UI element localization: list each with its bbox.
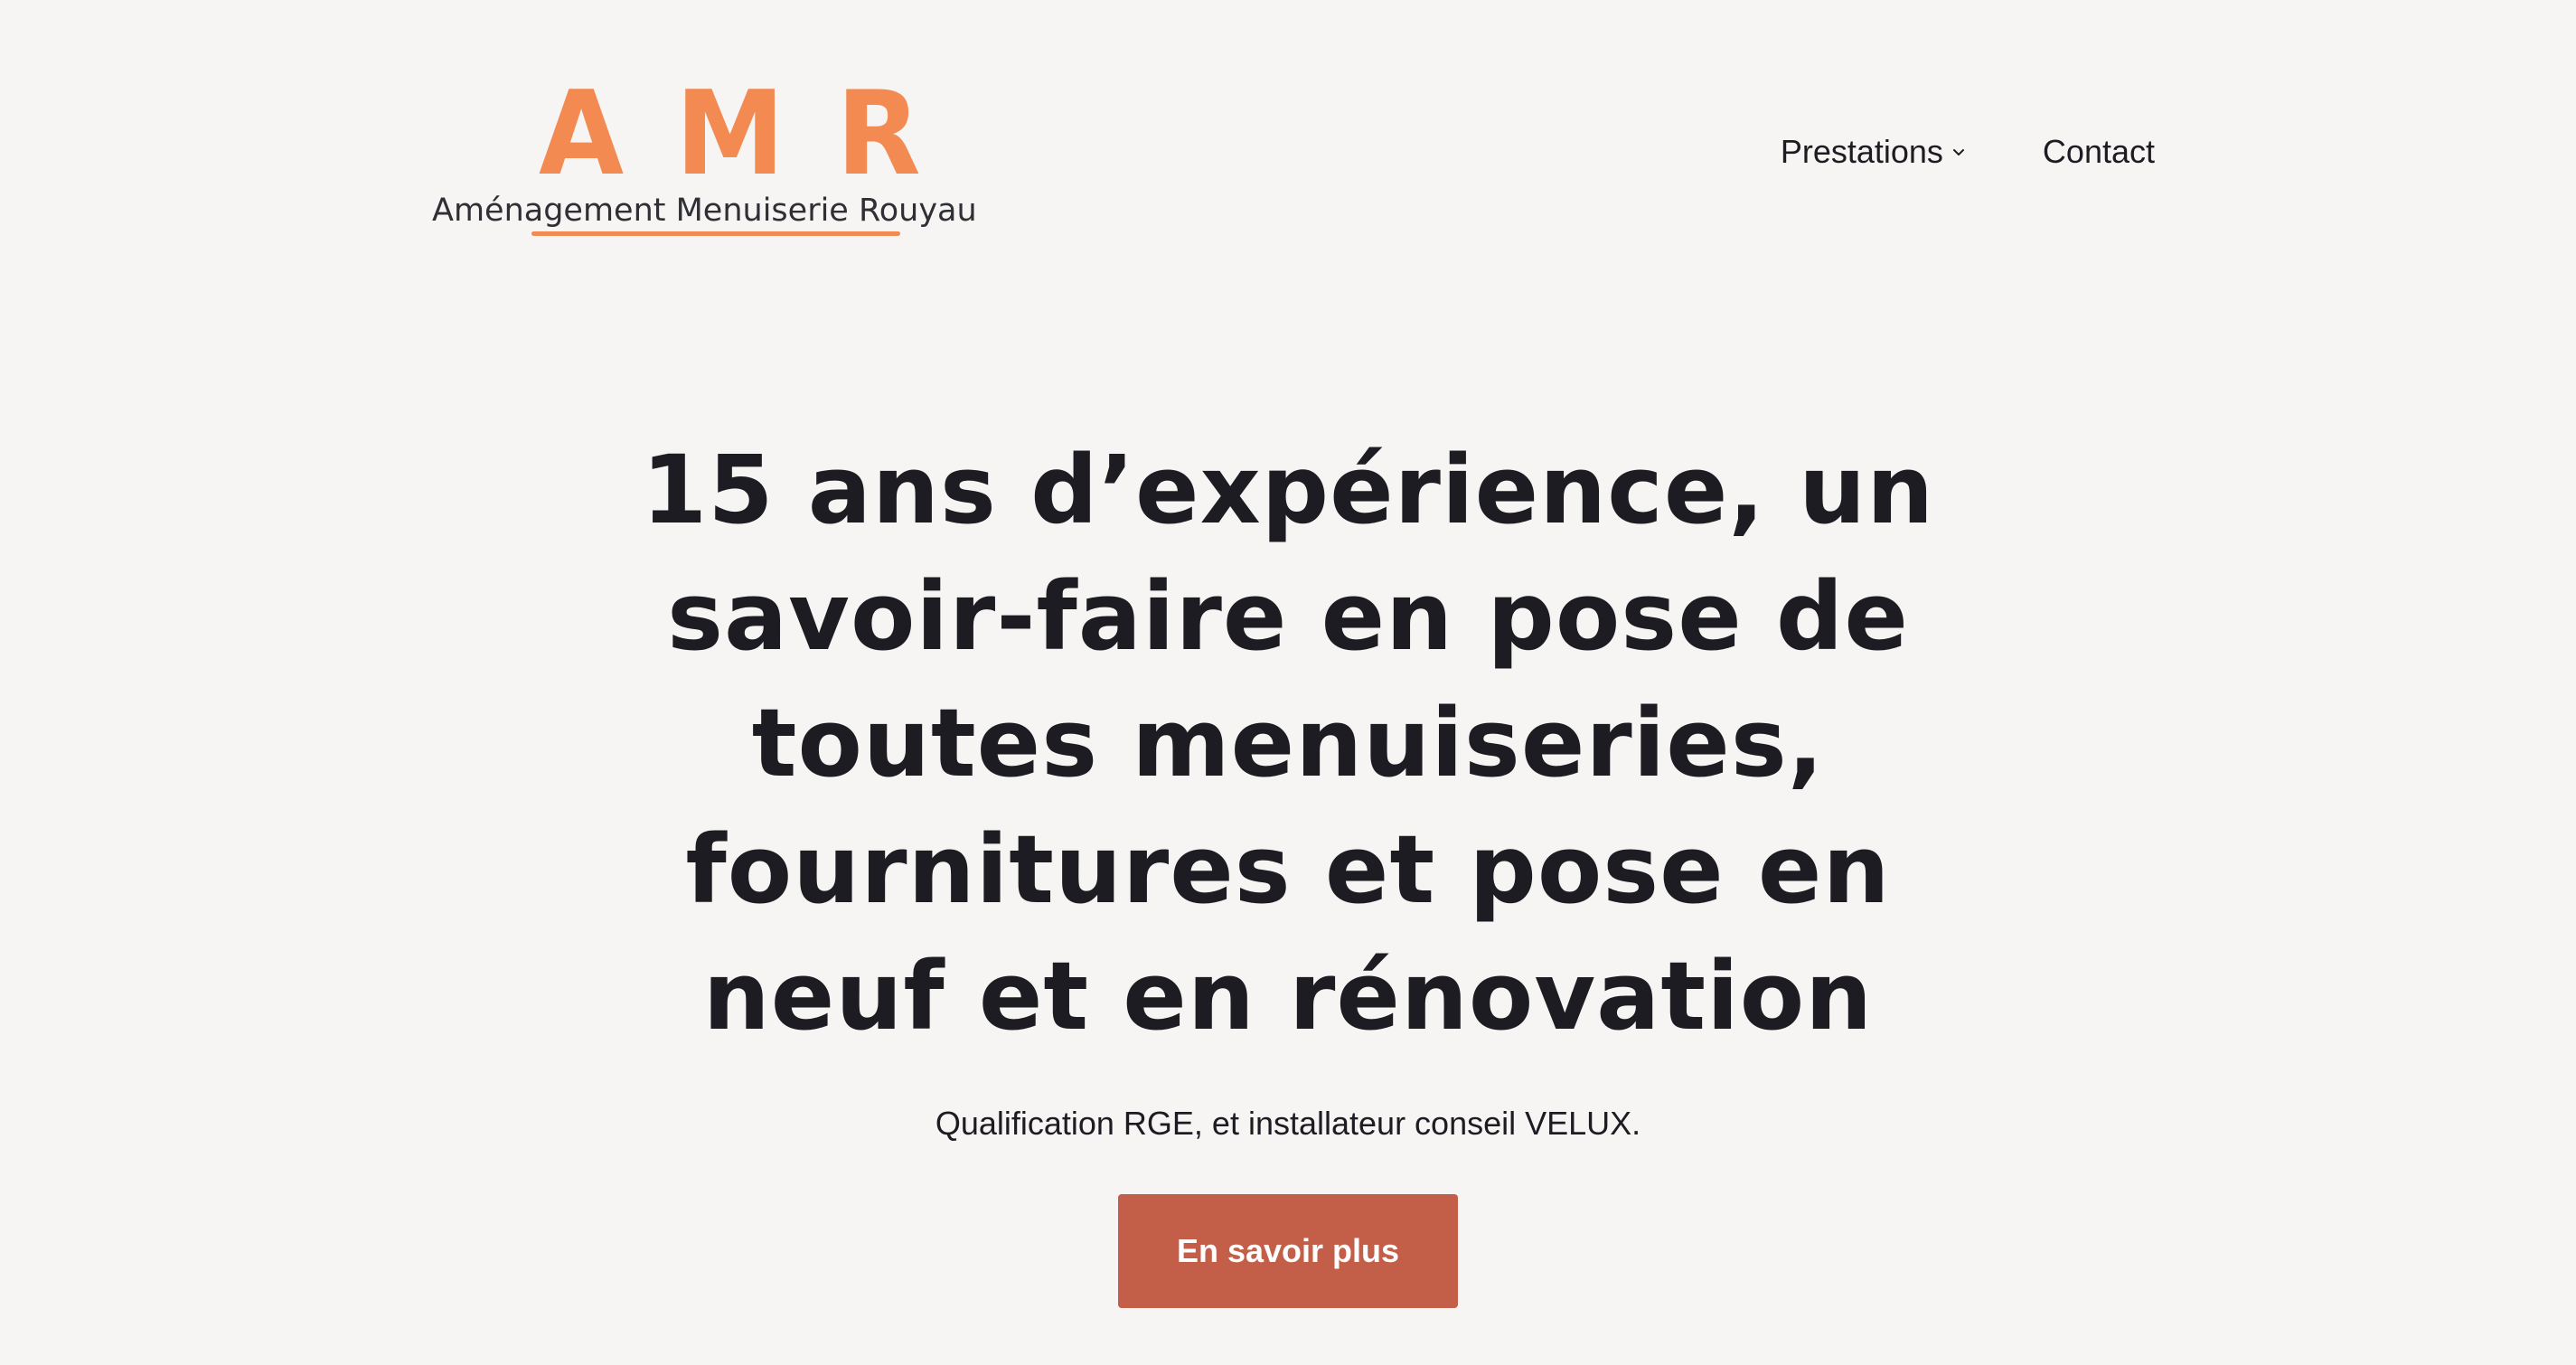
nav-item-contact[interactable]: Contact xyxy=(2043,127,2155,177)
site-logo[interactable]: A M R Aménagement Menuiserie Rouyau xyxy=(432,67,1011,248)
logo-letter: R xyxy=(836,67,921,202)
page: A M R Aménagement Menuiserie Rouyau Pres… xyxy=(0,0,2576,1365)
logo-letter: M xyxy=(675,67,785,202)
hero-title: 15 ans d’expérience, un savoir-faire en … xyxy=(641,435,1935,1051)
learn-more-button[interactable]: En savoir plus xyxy=(1118,1194,1458,1308)
nav-item-label: Contact xyxy=(2042,133,2155,170)
logo-letter: A xyxy=(539,67,625,202)
hero-subtitle: Qualification RGE, et installateur conse… xyxy=(935,1105,1641,1142)
logo-subtitle: Aménagement Menuiserie Rouyau xyxy=(432,193,977,229)
logo-underline xyxy=(531,231,900,236)
chevron-down-icon xyxy=(1952,149,1964,155)
main-nav: Prestations Contact xyxy=(1781,127,2155,177)
nav-item-label: Prestations xyxy=(1780,133,1943,170)
logo-letters: A M R xyxy=(539,67,921,202)
nav-item-prestations[interactable]: Prestations xyxy=(1781,127,1967,177)
